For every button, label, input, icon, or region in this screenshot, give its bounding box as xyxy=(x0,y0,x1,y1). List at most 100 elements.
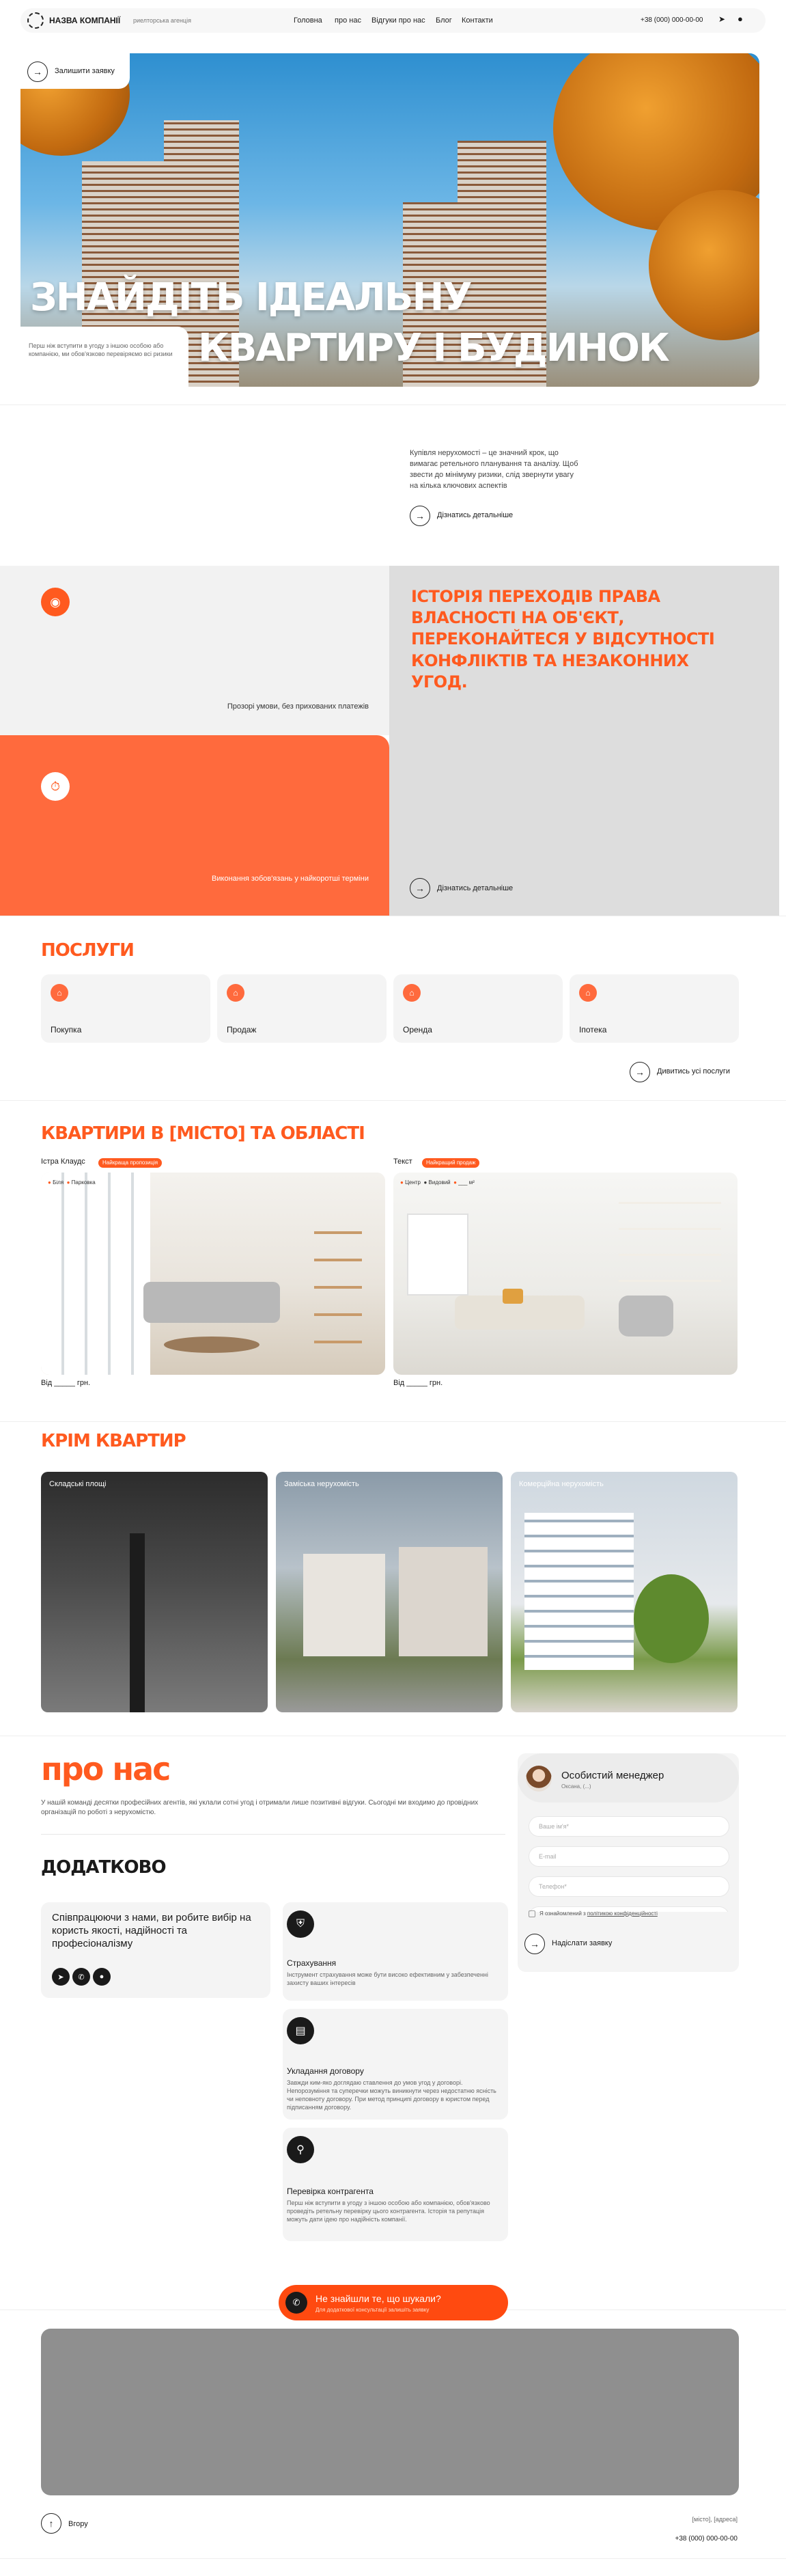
service-card-mortgage[interactable]: ⌂ Іпотека xyxy=(570,974,739,1043)
tag: Видовий xyxy=(428,1179,451,1186)
intro-text: Купівля нерухомості – це значний крок, щ… xyxy=(410,449,578,490)
eye-icon: ◉ xyxy=(41,588,70,616)
consent-label: Я ознайомлений з xyxy=(539,1910,586,1917)
window-image xyxy=(41,1173,150,1375)
whatsapp-icon[interactable]: ✆ xyxy=(72,1968,90,1986)
price-value: _____ xyxy=(54,1379,75,1387)
manager-title: Особистий менеджер xyxy=(561,1770,664,1781)
telegram-icon[interactable]: ➤ xyxy=(52,1968,70,1986)
all-services-link[interactable]: Дивитись усі послуги xyxy=(657,1067,730,1075)
nav-contacts[interactable]: Контакти xyxy=(462,16,493,25)
service-label: Оренда xyxy=(403,1025,432,1034)
map[interactable] xyxy=(41,2329,739,2495)
apartment-photo[interactable]: ● Біля ● Парковка xyxy=(41,1173,385,1375)
back-to-top-link[interactable]: Вгору xyxy=(68,2520,88,2528)
service-label: Продаж xyxy=(227,1025,257,1034)
arrow-right-icon[interactable]: → xyxy=(410,506,430,526)
avatar xyxy=(526,1766,552,1792)
tag-dot-icon: ● xyxy=(400,1179,404,1186)
pillow-image xyxy=(503,1289,523,1304)
mortgage-icon: ⌂ xyxy=(579,984,597,1002)
arrow-right-icon[interactable]: → xyxy=(524,1934,545,1954)
service-card-sell[interactable]: ⌂ Продаж xyxy=(217,974,387,1043)
tag-list: ● Центр ● Видовий ● ___ м² xyxy=(400,1179,475,1186)
arrow-up-icon[interactable]: ↑ xyxy=(41,2513,61,2534)
sell-icon: ⌂ xyxy=(227,984,244,1002)
building-image xyxy=(524,1513,634,1670)
tag: Центр xyxy=(405,1179,421,1186)
nav-reviews[interactable]: Відгуки про нас xyxy=(371,16,425,25)
tag: Парковка xyxy=(71,1179,96,1186)
viber-icon[interactable]: ● xyxy=(93,1968,111,1986)
email-field[interactable]: E-mail xyxy=(529,1846,729,1867)
apartment-name[interactable]: Текст xyxy=(393,1157,412,1166)
feature-deadline-text: Виконання зобов'язань у найкоротші термі… xyxy=(212,875,369,883)
window-image xyxy=(407,1214,468,1296)
logo-icon xyxy=(27,12,44,29)
divider xyxy=(0,1421,786,1422)
service-card-buy[interactable]: ⌂ Покупка xyxy=(41,974,210,1043)
phone-field[interactable]: Телефон* xyxy=(529,1876,729,1897)
feature-transparent-text: Прозорі умови, без прихованих платежів xyxy=(227,702,369,711)
floating-cta-title: Не знайшли те, що шукали? xyxy=(315,2293,441,2304)
feature-panel-deadline xyxy=(0,735,389,916)
divider xyxy=(0,1100,786,1101)
stopwatch-icon: ⏱ xyxy=(41,772,70,801)
learn-more-link[interactable]: Дізнатись детальніше xyxy=(437,884,513,892)
tag-dot-icon: ● xyxy=(48,1179,51,1186)
price-label: Від _____ грн. xyxy=(41,1379,90,1387)
leave-request-link[interactable]: Залишити заявку xyxy=(55,67,115,75)
service-card-rent[interactable]: ⌂ Оренда xyxy=(393,974,563,1043)
price-from: Від xyxy=(41,1379,53,1387)
nav-home[interactable]: Головна xyxy=(294,16,322,25)
other-card-commercial[interactable]: Комерційна нерухомість xyxy=(511,1472,738,1712)
arrow-right-icon[interactable]: → xyxy=(27,61,48,82)
tag-dot-icon: ● xyxy=(453,1179,457,1186)
benefit-title: Укладання договору xyxy=(287,2066,364,2076)
verify-icon: ⚲ xyxy=(287,2136,314,2163)
other-card-suburban[interactable]: Заміська нерухомість xyxy=(276,1472,503,1712)
service-label: Покупка xyxy=(51,1025,82,1034)
logo-text[interactable]: НАЗВА КОМПАНІЇ xyxy=(49,16,120,25)
arrow-right-icon[interactable]: → xyxy=(630,1062,650,1082)
about-text: У нашій команді десятки професійних аген… xyxy=(41,1799,479,1816)
feature-headline: ІСТОРІЯ ПЕРЕХОДІВ ПРАВА ВЛАСНОСТІ НА ОБ'… xyxy=(411,587,715,691)
armchair-image xyxy=(619,1296,673,1337)
tag-dot-icon: ● xyxy=(66,1179,70,1186)
offer-badge: Найкраща пропозиція xyxy=(98,1158,163,1168)
price-label: Від _____ грн. xyxy=(393,1379,443,1387)
tag: ___ м² xyxy=(458,1179,475,1186)
arrow-right-icon[interactable]: → xyxy=(410,878,430,899)
manager-subtitle: Оксана, (...) xyxy=(561,1783,591,1790)
apartment-photo[interactable]: ● Центр ● Видовий ● ___ м² xyxy=(393,1173,738,1375)
footer-phone[interactable]: +38 (000) 000-00-00 xyxy=(656,2535,738,2543)
submit-request-button[interactable]: Надіслати заявку xyxy=(552,1939,612,1947)
name-field[interactable]: Ваше ім'я* xyxy=(529,1816,729,1837)
other-label: Заміська нерухомість xyxy=(284,1480,359,1488)
consent-checkbox[interactable] xyxy=(529,1910,535,1917)
apartment-name[interactable]: Істра Клаудс xyxy=(41,1157,85,1166)
about-title: про нас xyxy=(41,1751,171,1787)
learn-more-link[interactable]: Дізнатись детальніше xyxy=(437,511,513,519)
service-label: Іпотека xyxy=(579,1025,607,1034)
chat-icon[interactable]: ● xyxy=(738,14,743,24)
nav-blog[interactable]: Блог xyxy=(436,16,452,25)
table-image xyxy=(164,1337,259,1353)
house-image xyxy=(303,1554,385,1656)
extra-title: ДОДАТКОВО xyxy=(41,1857,167,1878)
privacy-policy-link[interactable]: політикою конфіденційності xyxy=(587,1910,658,1917)
benefit-text: Перш ніж вступити в угоду з іншою особою… xyxy=(287,2200,490,2223)
header-phone[interactable]: +38 (000) 000-00-00 xyxy=(641,16,703,24)
hero-side-text: Перш ніж вступити в угоду з іншою особою… xyxy=(29,342,173,358)
tag-dot-icon: ● xyxy=(423,1179,427,1186)
benefit-title: Страхування xyxy=(287,1958,337,1968)
offer-badge: Найкращий продаж xyxy=(422,1158,480,1168)
nav-about[interactable]: про нас xyxy=(335,16,361,25)
telegram-icon[interactable]: ➤ xyxy=(718,14,725,24)
benefit-card xyxy=(283,2128,508,2241)
divider xyxy=(0,2558,786,2559)
tag-list: ● Біля ● Парковка xyxy=(48,1179,96,1186)
consent-text: Я ознайомлений з політикою конфіденційно… xyxy=(539,1910,658,1917)
other-card-warehouse[interactable]: Складські площі xyxy=(41,1472,268,1712)
column-image xyxy=(130,1533,145,1712)
